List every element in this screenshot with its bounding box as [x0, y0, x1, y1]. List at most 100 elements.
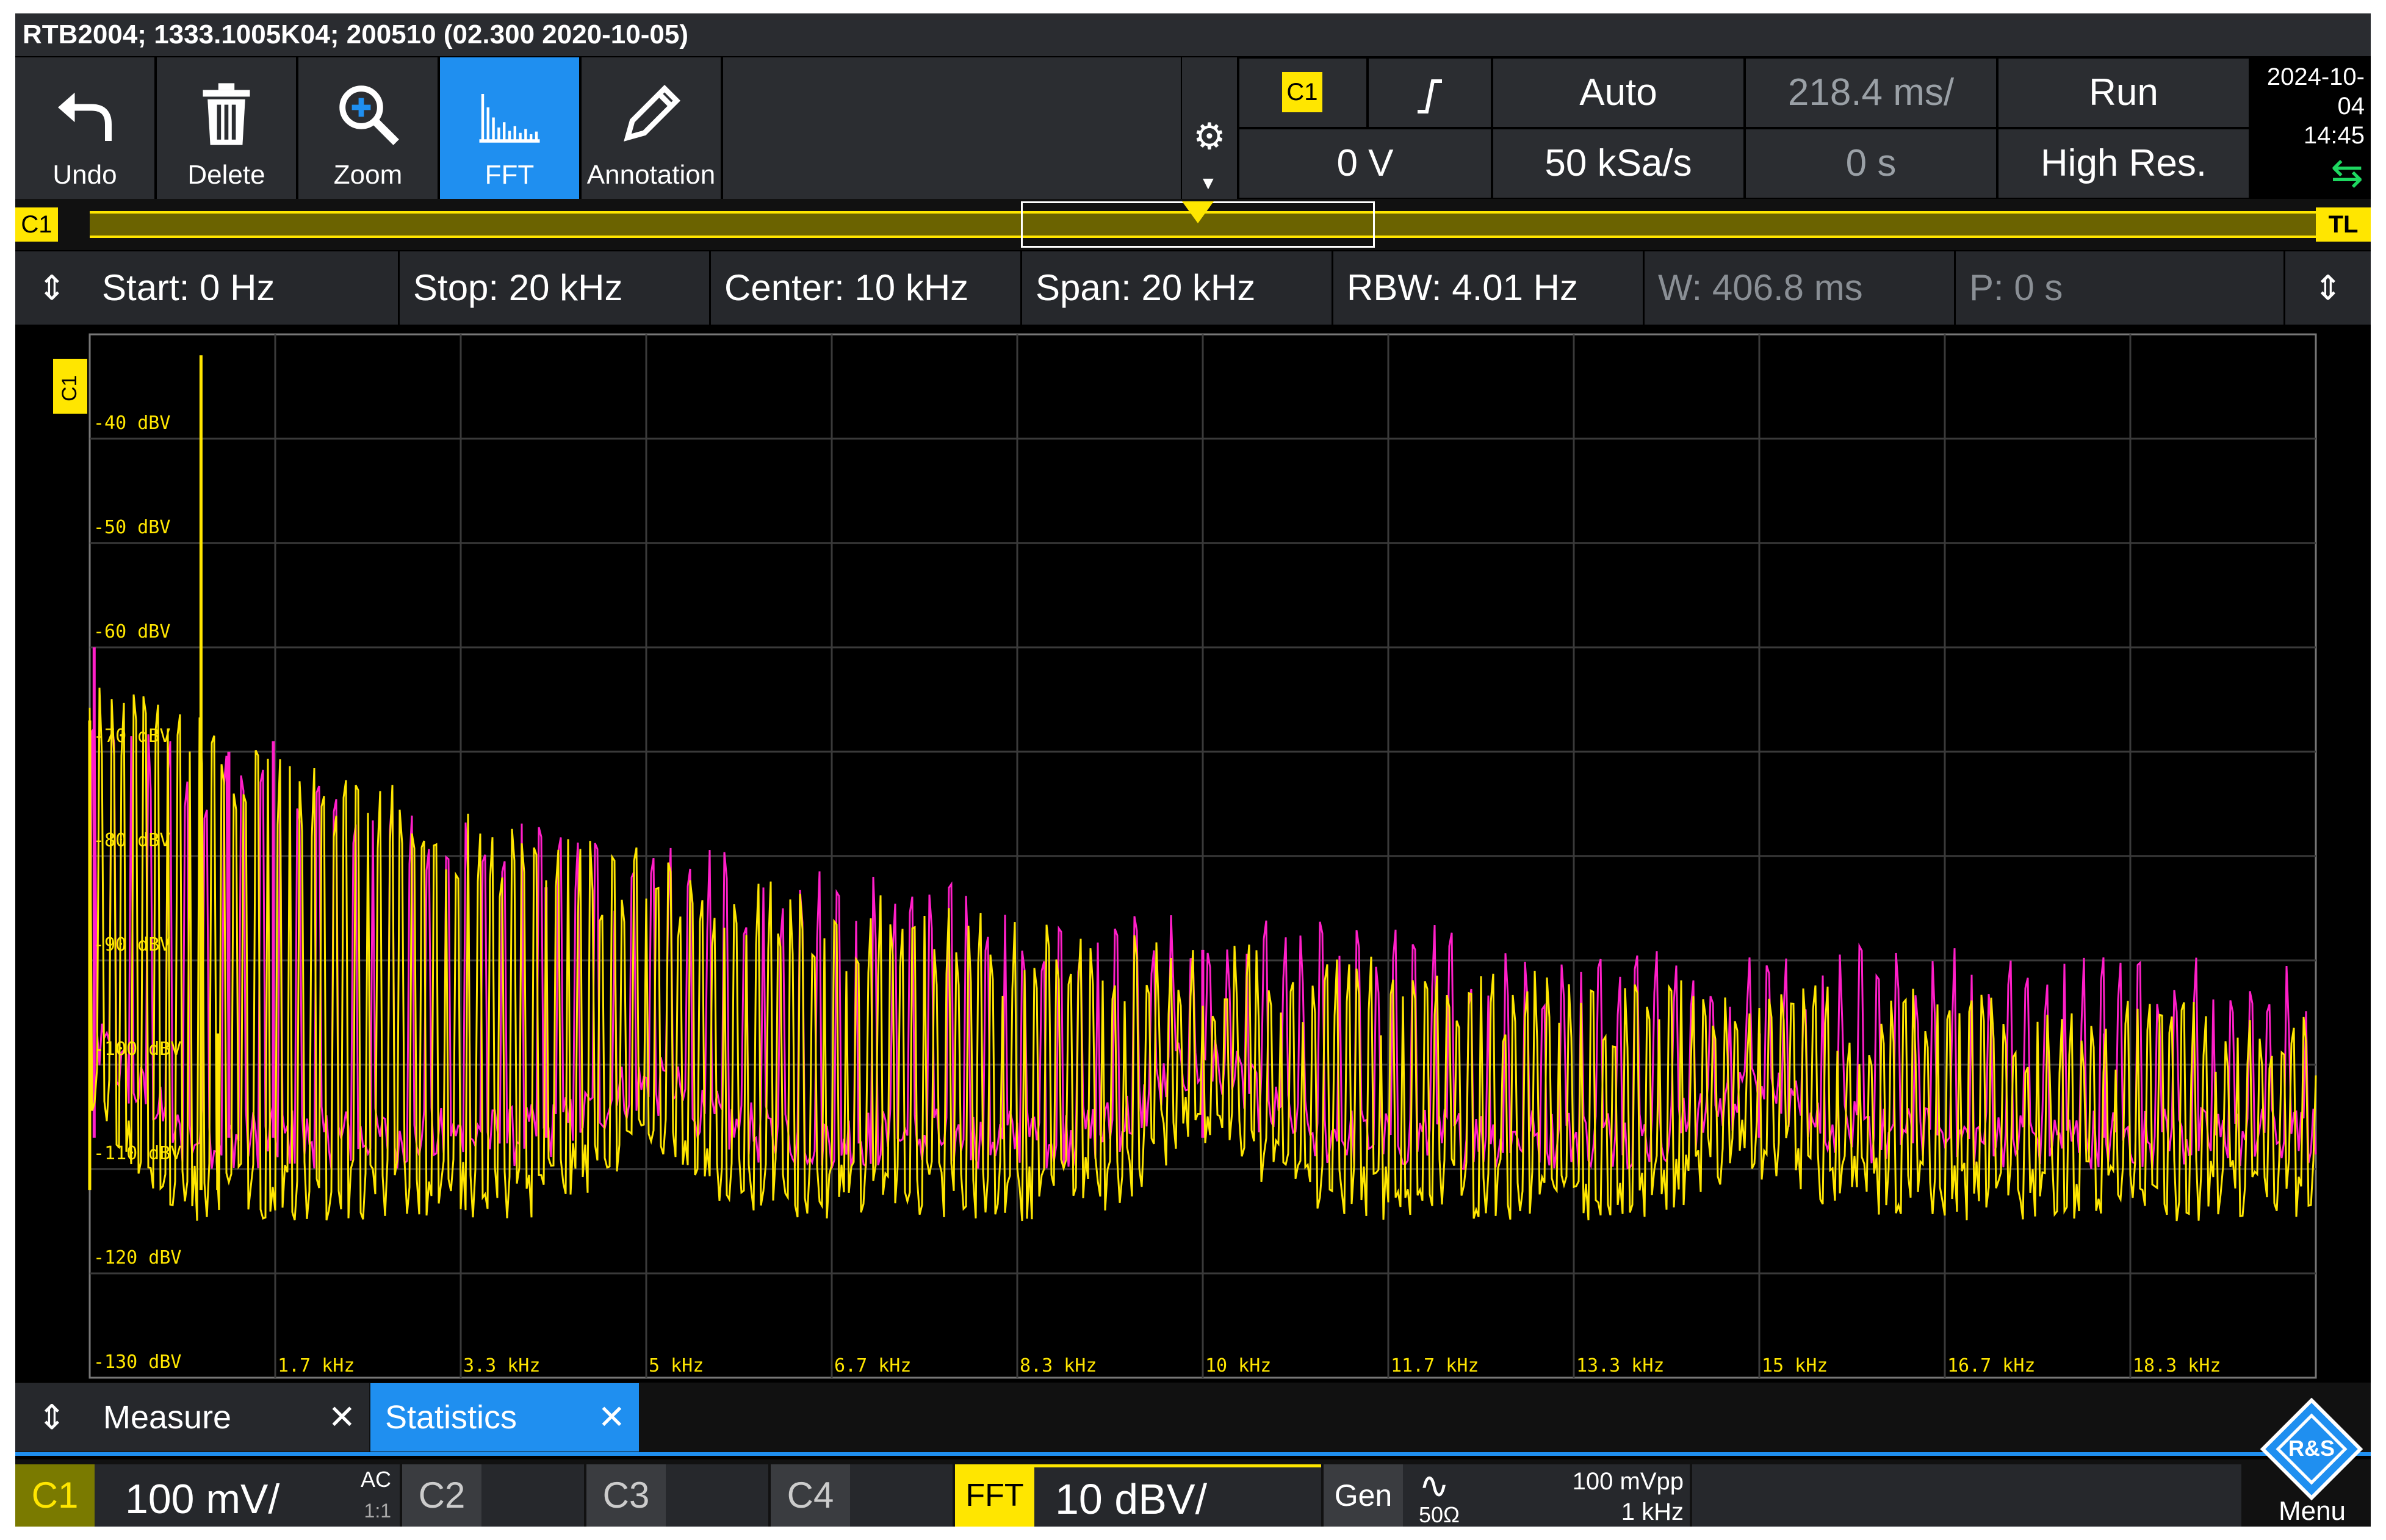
- y-tick-label: -50 dBV: [93, 517, 170, 538]
- y-tick-label: -60 dBV: [93, 621, 170, 642]
- channel-c4-tag[interactable]: C4: [771, 1464, 850, 1527]
- fft-rbw[interactable]: RBW: 4.01 Hz: [1333, 251, 1645, 325]
- time-label: 14:45: [2303, 122, 2365, 149]
- settings-button[interactable]: ⚙ ▼: [1182, 57, 1237, 199]
- overview-channel-label: C1: [15, 207, 58, 242]
- x-tick-label: 5 kHz: [649, 1355, 704, 1376]
- fft-position[interactable]: P: 0 s: [1956, 251, 2285, 325]
- tab-statistics[interactable]: Statistics ✕: [370, 1383, 639, 1452]
- gear-icon: ⚙: [1193, 116, 1226, 157]
- usb-icon: ⇆: [2330, 151, 2363, 195]
- fft-label: FFT: [485, 160, 535, 190]
- acquisition-mode[interactable]: High Res.: [1997, 128, 2250, 199]
- channel-c3-settings[interactable]: [666, 1464, 768, 1527]
- date-time-panel: 2024-10-04 14:45 ⇆: [2250, 57, 2371, 199]
- sample-rate[interactable]: 50 kSa/s: [1492, 128, 1745, 199]
- y-tick-label: -40 dBV: [93, 412, 170, 434]
- menu-button[interactable]: R&S Menu: [2254, 1397, 2371, 1527]
- channel-c1-settings[interactable]: 100 mV/ AC 1:1: [95, 1464, 400, 1527]
- fft-channel-tag[interactable]: FFT: [955, 1464, 1034, 1527]
- trash-icon: [203, 83, 250, 145]
- y-tick-label: -70 dBV: [93, 725, 170, 747]
- trigger-source-cell[interactable]: C1: [1238, 57, 1368, 128]
- zoom-label: Zoom: [333, 160, 403, 190]
- sine-wave-icon: ∿: [1419, 1465, 1450, 1506]
- trigger-level-marker: TL: [2316, 207, 2371, 242]
- channel-c2-settings[interactable]: [481, 1464, 584, 1527]
- channel-bar-empty: [1692, 1464, 2241, 1527]
- fft-spectrum-plot[interactable]: -40 dBV -50 dBV -60 dBV -70 dBV -80 dBV -90 d…: [15, 326, 2371, 1383]
- timebase-scale[interactable]: 218.4 ms/: [1745, 57, 1997, 128]
- zoom-icon: [339, 85, 399, 145]
- channel-c3-tag[interactable]: C3: [586, 1464, 666, 1527]
- c1-coupling: AC: [360, 1467, 391, 1492]
- waveform-overview[interactable]: C1 TL: [15, 199, 2371, 250]
- gen-impedance: 50Ω: [1419, 1502, 1460, 1527]
- x-tick-label: 6.7 kHz: [834, 1355, 911, 1376]
- x-tick-label: 11.7 kHz: [1391, 1355, 1479, 1376]
- run-stop-button[interactable]: Run: [1997, 57, 2250, 128]
- up-down-arrow-icon: ⇕: [37, 1398, 67, 1436]
- up-down-arrow-icon: ⇕: [37, 268, 67, 307]
- y-tick-label: -100 dBV: [93, 1038, 182, 1060]
- close-icon[interactable]: ✕: [328, 1383, 356, 1452]
- x-tick-label: 18.3 kHz: [2133, 1355, 2221, 1376]
- y-tick-label: -90 dBV: [93, 934, 170, 955]
- channel-marker-label: C1: [58, 375, 81, 401]
- trigger-source-badge: C1: [1282, 72, 1322, 112]
- y-tick-label: -110 dBV: [93, 1143, 182, 1164]
- tab-bar-toggle[interactable]: ⇕: [15, 1383, 88, 1452]
- fft-stop[interactable]: Stop: 20 kHz: [400, 251, 711, 325]
- annotation-label: Annotation: [586, 160, 716, 190]
- zoom-button[interactable]: Zoom: [298, 57, 439, 199]
- fft-start[interactable]: Start: 0 Hz: [88, 251, 400, 325]
- channel-c1-tag[interactable]: C1: [15, 1464, 95, 1527]
- c1-probe-ratio: 1:1: [364, 1500, 391, 1522]
- trigger-mode[interactable]: Auto: [1492, 57, 1745, 128]
- delete-button[interactable]: Delete: [157, 57, 297, 199]
- gen-frequency: 1 kHz: [1621, 1499, 1684, 1525]
- fft-window[interactable]: W: 406.8 ms: [1645, 251, 1956, 325]
- x-tick-label: 13.3 kHz: [1576, 1355, 1665, 1376]
- fft-settings-toggle-right[interactable]: ⇕: [2285, 251, 2371, 325]
- y-tick-label: -120 dBV: [93, 1247, 182, 1268]
- x-tick-label: 15 kHz: [1762, 1355, 1828, 1376]
- toolbar-empty-area: [723, 57, 1181, 199]
- annotation-button[interactable]: Annotation: [582, 57, 722, 199]
- oscilloscope-screen: RTB2004; 1333.1005K04; 200510 (02.300 20…: [15, 13, 2371, 1527]
- chevron-down-icon: ▼: [1199, 173, 1217, 193]
- up-down-arrow-icon: ⇕: [2313, 268, 2343, 307]
- x-tick-label: 16.7 kHz: [1947, 1355, 2036, 1376]
- undo-icon: [58, 92, 112, 141]
- trigger-level[interactable]: 0 V: [1238, 128, 1492, 199]
- close-icon[interactable]: ✕: [598, 1383, 625, 1452]
- delete-label: Delete: [187, 160, 265, 190]
- fft-button[interactable]: FFT: [440, 57, 580, 199]
- fft-span[interactable]: Span: 20 kHz: [1022, 251, 1333, 325]
- fft-center[interactable]: Center: 10 kHz: [711, 251, 1022, 325]
- trigger-slope-cell[interactable]: [1368, 57, 1492, 128]
- menu-label: Menu: [2278, 1496, 2346, 1526]
- fft-icon: [479, 94, 540, 143]
- x-tick-label: 8.3 kHz: [1020, 1355, 1097, 1376]
- horizontal-position[interactable]: 0 s: [1745, 128, 1997, 199]
- fft-channel-settings[interactable]: 10 dBV/: [1034, 1464, 1321, 1527]
- rising-edge-icon: [1418, 79, 1442, 113]
- pencil-icon: [624, 84, 681, 142]
- gen-amplitude: 100 mVpp: [1572, 1468, 1684, 1495]
- channel-c2-tag[interactable]: C2: [402, 1464, 481, 1527]
- tab-measure[interactable]: Measure ✕: [88, 1383, 369, 1452]
- generator-tag[interactable]: Gen: [1324, 1464, 1403, 1527]
- rs-logo: R&S: [2260, 1397, 2363, 1501]
- generator-settings[interactable]: ∿ 50Ω 100 mVpp 1 kHz: [1403, 1464, 1690, 1527]
- svg-text:R&S: R&S: [2288, 1436, 2335, 1461]
- undo-button[interactable]: Undo: [15, 57, 156, 199]
- undo-label: Undo: [52, 160, 117, 190]
- c1-scale: 100 mV/: [125, 1476, 280, 1522]
- y-tick-label: -80 dBV: [93, 830, 170, 851]
- fft-settings-toggle[interactable]: ⇕: [15, 251, 88, 325]
- y-tick-label: -130 dBV: [93, 1351, 182, 1373]
- fft-scale: 10 dBV/: [1055, 1475, 1208, 1523]
- tab-measure-label: Measure: [103, 1399, 232, 1436]
- channel-c4-settings[interactable]: [850, 1464, 953, 1527]
